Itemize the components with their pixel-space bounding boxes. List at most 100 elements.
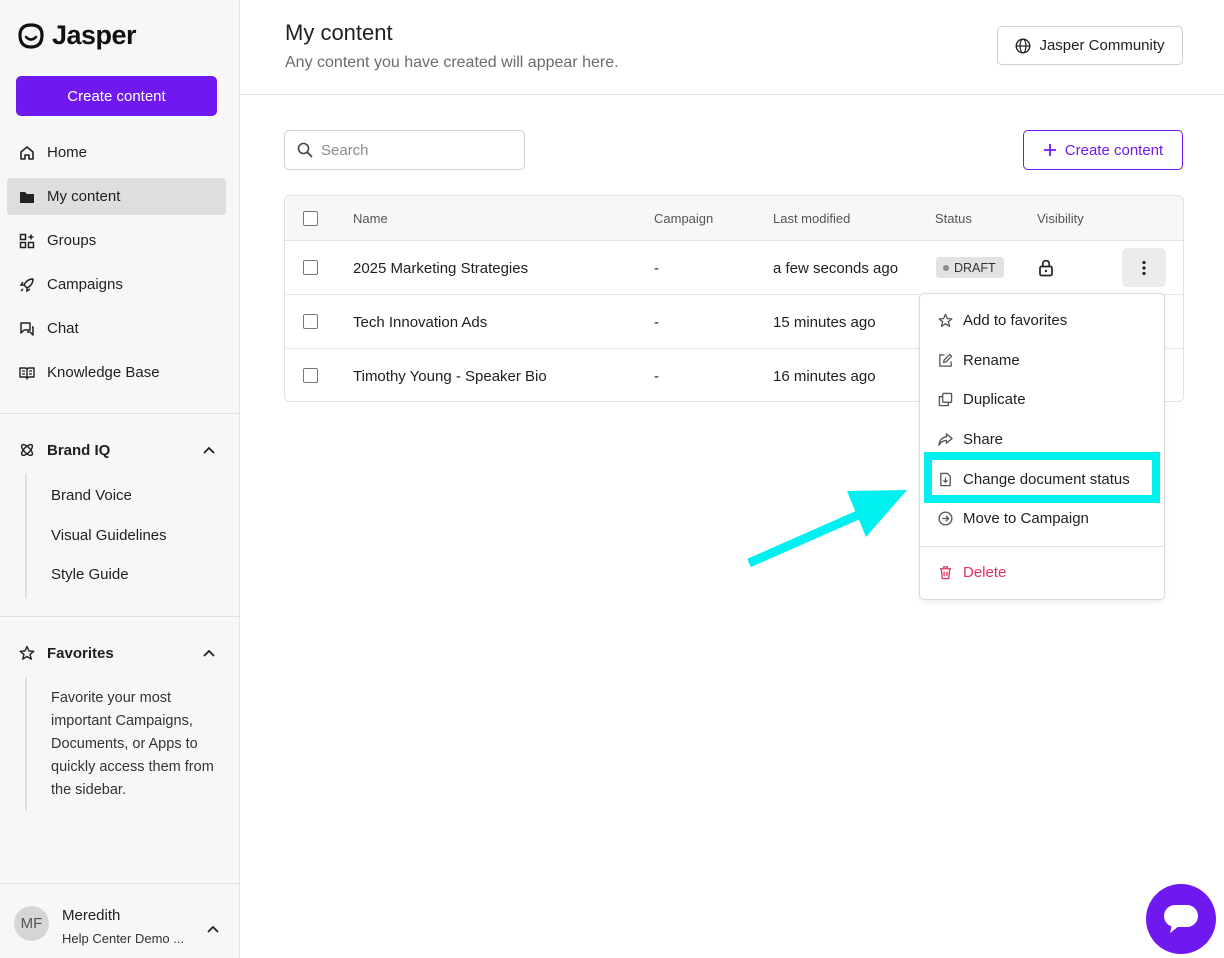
menu-item-label: Rename xyxy=(963,351,1020,369)
menu-item-delete[interactable]: Delete xyxy=(920,554,1164,590)
menu-item-label: Move to Campaign xyxy=(963,509,1089,527)
row-last-modified: a few seconds ago xyxy=(773,260,899,277)
column-header-name[interactable]: Name xyxy=(353,211,388,226)
row-checkbox[interactable] xyxy=(303,260,318,275)
sidebar-divider xyxy=(0,616,239,617)
folder-icon xyxy=(20,191,34,203)
favorites-label: Favorites xyxy=(47,644,114,662)
row-campaign: - xyxy=(654,260,659,277)
sidebar-item-my-content[interactable]: My content xyxy=(7,178,226,215)
sidebar-item-label: Groups xyxy=(47,232,97,249)
column-header-campaign[interactable]: Campaign xyxy=(654,211,713,226)
sidebar-item-visual-guidelines[interactable]: Visual Guidelines xyxy=(51,527,167,544)
select-all-checkbox[interactable] xyxy=(303,211,318,226)
sidebar-item-label: Chat xyxy=(47,320,79,337)
sidebar-item-label: Knowledge Base xyxy=(47,364,160,381)
row-checkbox[interactable] xyxy=(303,314,318,329)
page-header: My content Any content you have created … xyxy=(240,0,1224,95)
menu-item-label: Share xyxy=(963,430,1004,448)
row-name[interactable]: Tech Innovation Ads xyxy=(353,314,487,331)
row-actions-menu: Add to favorites Rename Duplicate Share … xyxy=(919,293,1165,600)
duplicate-icon xyxy=(938,392,953,406)
sidebar-item-knowledge-base[interactable]: Knowledge Base xyxy=(7,354,226,391)
chat-icon xyxy=(20,321,34,336)
user-name: Meredith xyxy=(62,907,121,924)
column-header-last-modified[interactable]: Last modified xyxy=(773,211,850,226)
groups-icon xyxy=(19,233,35,248)
brand-iq-section-toggle[interactable]: Brand IQ xyxy=(7,435,226,465)
row-campaign: - xyxy=(654,368,659,385)
sidebar-item-label: Home xyxy=(47,144,88,161)
sidebar-item-campaigns[interactable]: Campaigns xyxy=(7,266,226,303)
sidebar: Jasper Create content Home My content Gr… xyxy=(0,0,240,958)
logo-text: Jasper xyxy=(52,20,137,50)
sidebar-item-groups[interactable]: Groups xyxy=(7,222,226,259)
sidebar-item-brand-voice[interactable]: Brand Voice xyxy=(51,487,132,504)
table-header: Name Campaign Last modified Status Visib… xyxy=(285,196,1183,241)
arrow-circle-icon xyxy=(938,510,953,526)
chevron-up-icon xyxy=(207,925,219,933)
row-more-actions-button[interactable] xyxy=(1122,248,1166,287)
menu-divider xyxy=(920,546,1164,547)
column-header-visibility[interactable]: Visibility xyxy=(1037,211,1084,226)
star-icon xyxy=(938,313,953,327)
table-row[interactable]: 2025 Marketing Strategies - a few second… xyxy=(285,241,1183,295)
brand-iq-label: Brand IQ xyxy=(47,441,111,459)
home-icon xyxy=(20,145,34,160)
create-content-label: Create content xyxy=(1064,141,1164,159)
book-icon xyxy=(19,366,35,380)
row-checkbox[interactable] xyxy=(303,368,318,383)
page-title: My content xyxy=(285,20,393,45)
create-content-button[interactable]: Create content xyxy=(1023,130,1183,170)
more-vertical-icon xyxy=(1142,260,1146,275)
menu-item-duplicate[interactable]: Duplicate xyxy=(920,381,1164,417)
sidebar-create-content-button[interactable]: Create content xyxy=(16,76,217,116)
sidebar-item-label: My content xyxy=(47,188,121,205)
lock-icon xyxy=(1039,259,1053,277)
row-last-modified: 15 minutes ago xyxy=(773,314,876,331)
row-last-modified: 16 minutes ago xyxy=(773,368,876,385)
plus-icon xyxy=(1043,144,1056,156)
favorites-section-toggle[interactable]: Favorites xyxy=(7,638,226,668)
menu-item-add-to-favorites[interactable]: Add to favorites xyxy=(920,302,1164,338)
sidebar-item-label: Campaigns xyxy=(47,276,123,293)
user-profile[interactable]: MF Meredith Help Center Demo ... xyxy=(0,883,239,958)
chevron-up-icon xyxy=(203,446,215,454)
menu-item-move-to-campaign[interactable]: Move to Campaign xyxy=(920,500,1164,536)
row-campaign: - xyxy=(654,314,659,331)
sidebar-item-home[interactable]: Home xyxy=(7,134,226,171)
row-name[interactable]: Timothy Young - Speaker Bio xyxy=(353,368,547,385)
status-dot xyxy=(943,264,949,271)
jasper-logo-icon xyxy=(18,22,44,49)
share-icon xyxy=(938,432,953,446)
menu-item-rename[interactable]: Rename xyxy=(920,342,1164,378)
chat-bubble-icon xyxy=(1164,905,1198,933)
user-org: Help Center Demo ... xyxy=(62,931,185,946)
jasper-community-label: Jasper Community xyxy=(1039,37,1165,54)
rocket-icon xyxy=(19,277,34,292)
sidebar-item-style-guide[interactable]: Style Guide xyxy=(51,566,129,583)
menu-item-label: Add to favorites xyxy=(963,311,1068,329)
globe-icon xyxy=(1015,37,1031,54)
favorites-empty-text: Favorite your most important Campaigns, … xyxy=(51,690,214,798)
sidebar-item-chat[interactable]: Chat xyxy=(7,310,226,347)
trash-icon xyxy=(939,565,952,579)
page-subtitle: Any content you have created will appear… xyxy=(285,54,619,71)
search-field[interactable] xyxy=(284,130,525,170)
favorites-rail xyxy=(25,677,27,811)
menu-item-label: Delete xyxy=(963,563,1007,581)
row-name[interactable]: 2025 Marketing Strategies xyxy=(353,260,528,277)
avatar: MF xyxy=(14,906,49,941)
search-input[interactable] xyxy=(321,141,511,159)
jasper-community-button[interactable]: Jasper Community xyxy=(997,26,1183,65)
star-icon xyxy=(19,645,35,660)
sidebar-divider xyxy=(0,413,239,414)
edit-icon xyxy=(939,353,953,367)
column-header-status[interactable]: Status xyxy=(935,211,972,226)
status-badge: DRAFT xyxy=(936,257,1004,278)
annotation-highlight-box xyxy=(924,452,1160,503)
menu-item-label: Duplicate xyxy=(963,390,1026,408)
annotation-arrow-icon xyxy=(747,490,907,568)
support-chat-button[interactable] xyxy=(1146,884,1216,954)
jasper-logo[interactable]: Jasper xyxy=(16,20,137,51)
